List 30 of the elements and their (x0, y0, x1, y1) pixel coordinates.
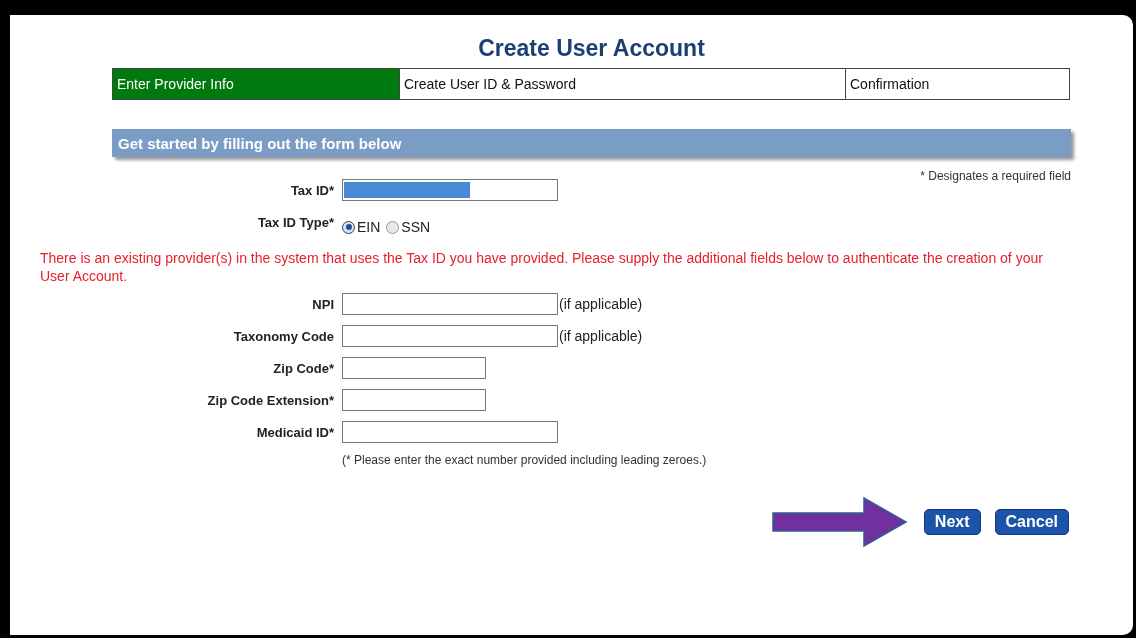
field-hint: (* Please enter the exact number provided including leading zeroes.) (342, 453, 708, 467)
radio-button[interactable] (386, 220, 400, 234)
form-button[interactable]: Cancel (994, 509, 1069, 535)
text-field[interactable] (342, 293, 558, 315)
page-title: Create User Account (477, 35, 706, 62)
form-button[interactable]: Next (923, 509, 981, 535)
section-banner: Get started by filling out the form below (112, 129, 1071, 157)
error-message: There is an existing provider(s) in the system that uses the Tax ID you have provided. Please supply the additional fields below to authenticate the creation of your User Account. (40, 249, 1044, 285)
radio-button[interactable] (342, 220, 355, 234)
required-note: * Designates a required field (920, 169, 1071, 183)
field-label: Zip Code Extension* (206, 392, 335, 408)
field-label: Medicaid ID* (255, 424, 335, 440)
text-field[interactable] (342, 389, 486, 411)
radio-label: EIN (357, 219, 381, 235)
step-label: Confirmation (845, 69, 1067, 99)
text-field[interactable] (342, 357, 486, 379)
field-label: Tax ID Type* (256, 214, 335, 230)
field-label: Taxonomy Code (232, 328, 335, 344)
field-label: Zip Code* (272, 360, 335, 376)
field-hint: (if applicable) (559, 328, 643, 344)
field-label: Tax ID* (289, 182, 335, 198)
step-label: Create User ID & Password (399, 69, 845, 99)
text-field[interactable] (342, 179, 558, 201)
step-label: Enter Provider Info (113, 69, 399, 99)
arrow-icon (771, 497, 908, 547)
text-field[interactable] (342, 325, 558, 347)
text-field[interactable] (342, 421, 558, 443)
radio-label: SSN (401, 219, 431, 235)
field-label: NPI (311, 296, 335, 312)
field-hint: (if applicable) (559, 296, 643, 312)
